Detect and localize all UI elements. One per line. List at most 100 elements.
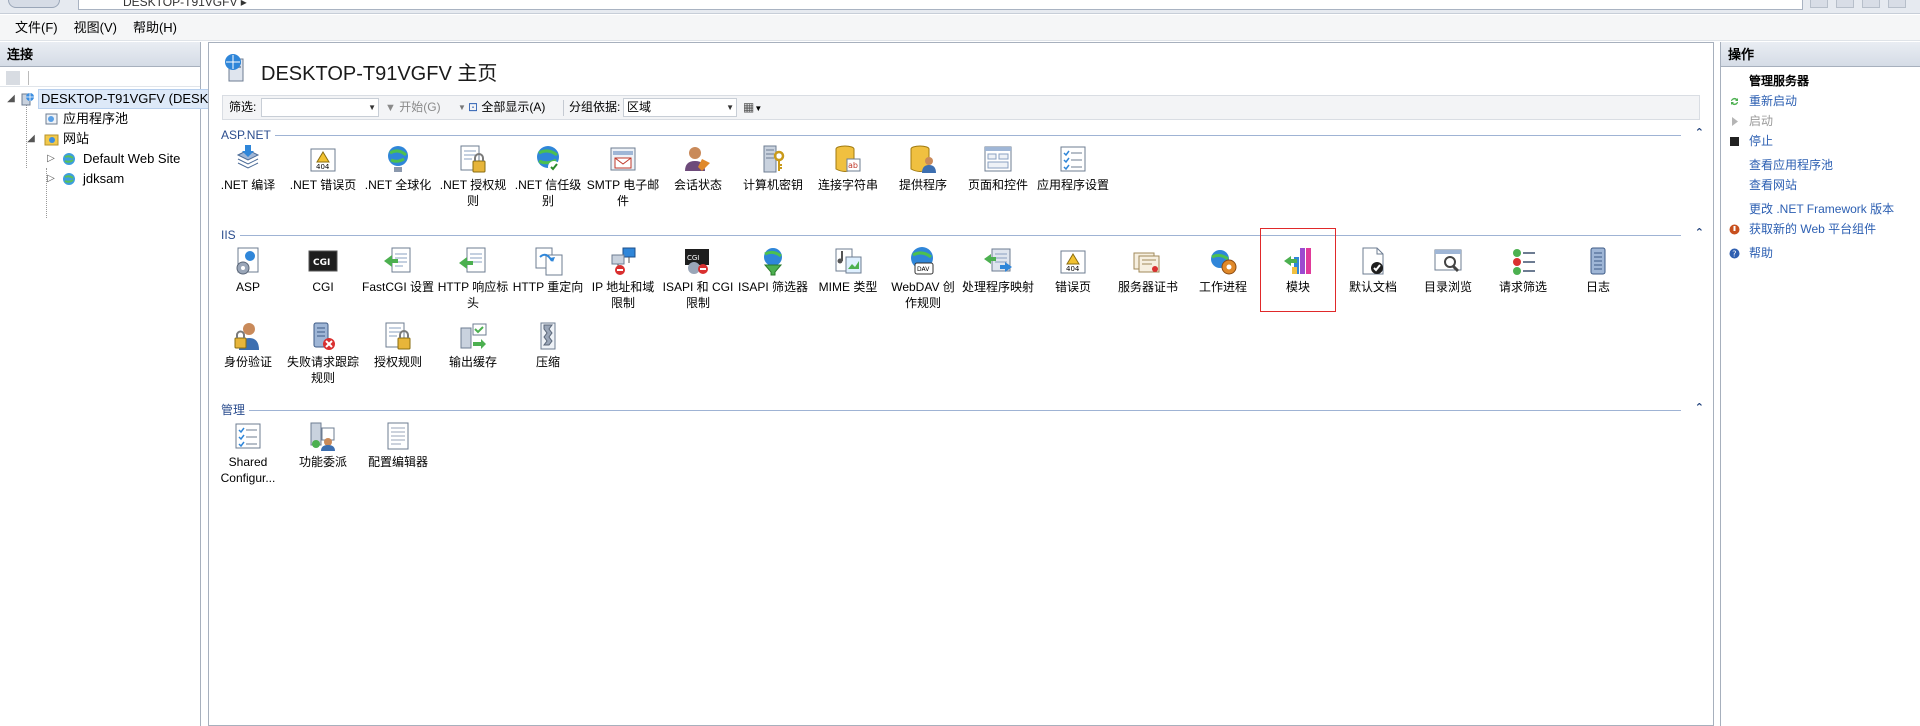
feature-authentication[interactable]: 身份验证 xyxy=(211,320,285,370)
feature-machine-key[interactable]: 计算机密钥 xyxy=(736,143,810,193)
group-header-management[interactable]: 管理 ⌃ xyxy=(221,402,1704,418)
svg-text:CGI: CGI xyxy=(687,254,699,262)
feature-session-state[interactable]: 会话状态 xyxy=(661,143,735,193)
feature-compression[interactable]: 压缩 xyxy=(511,320,585,370)
tree-item-app-pools[interactable]: 应用程序池 xyxy=(0,109,200,129)
collapse-icon[interactable]: ⌃ xyxy=(1695,226,1704,239)
feature-pages-and-controls[interactable]: 页面和控件 xyxy=(961,143,1035,193)
compression-icon xyxy=(540,322,556,350)
group-by-select[interactable]: 区域 ▼ xyxy=(623,98,737,117)
feature-logging[interactable]: 日志 xyxy=(1561,245,1635,295)
svg-text:404: 404 xyxy=(1066,265,1080,273)
collapse-icon[interactable]: ⌃ xyxy=(1695,126,1704,139)
feature-asp[interactable]: ASP xyxy=(211,245,285,295)
isapi-cgi-icon: CGI xyxy=(685,249,709,274)
menu-view[interactable]: 视图(V) xyxy=(66,15,125,41)
filter-input[interactable]: ▼ xyxy=(261,98,379,117)
window-maximize-button[interactable] xyxy=(1862,0,1880,8)
feature-net-trust-levels[interactable]: .NET 信任级别 xyxy=(511,143,585,209)
feature-net-authorization-rules[interactable]: .NET 授权规则 xyxy=(436,143,510,209)
tree-item-server[interactable]: ◢ DESKTOP-T91VGFV (DESKTOP xyxy=(0,89,238,109)
feature-worker-processes[interactable]: 工作进程 xyxy=(1186,245,1260,295)
help-action[interactable]: ? 帮助 xyxy=(1721,243,1920,263)
view-mode-button[interactable]: ▦▼ xyxy=(743,96,762,120)
feature-net-error-pages[interactable]: 404 .NET 错误页 xyxy=(286,143,360,193)
feature-default-document[interactable]: 默认文档 xyxy=(1336,245,1410,295)
feature-request-filtering[interactable]: 请求筛选 xyxy=(1486,245,1560,295)
feature-http-response-headers[interactable]: HTTP 响应标头 xyxy=(436,245,510,311)
chevron-right-icon[interactable]: ▷ xyxy=(46,149,56,169)
back-forward-buttons[interactable] xyxy=(8,0,60,8)
feature-directory-browsing[interactable]: 目录浏览 xyxy=(1411,245,1485,295)
start-filter-button[interactable]: ▼ 开始(G) xyxy=(385,96,441,120)
chevron-down-icon: ▼ xyxy=(726,103,734,112)
shared-config-icon xyxy=(235,423,261,449)
feature-cgi[interactable]: CGI CGI xyxy=(286,245,360,295)
tree-item-default-web-site[interactable]: ▷ Default Web Site xyxy=(0,149,200,169)
feature-net-compilation[interactable]: .NET 编译 xyxy=(211,143,285,193)
globe-icon xyxy=(63,153,75,165)
get-web-components-action[interactable]: 获取新的 Web 平台组件 xyxy=(1721,219,1920,239)
feature-server-certificates[interactable]: 服务器证书 xyxy=(1111,245,1185,295)
feature-configuration-editor[interactable]: 配置编辑器 xyxy=(361,420,435,470)
chevron-down-icon[interactable]: ◢ xyxy=(26,129,36,149)
play-icon xyxy=(1732,117,1738,126)
chevron-down-icon[interactable]: ▼ xyxy=(458,96,466,119)
address-bar[interactable]: DESKTOP-T91VGFV ▸ xyxy=(78,0,1803,10)
feature-modules[interactable]: 模块 xyxy=(1260,228,1336,312)
svg-text:CGI: CGI xyxy=(313,258,330,268)
window-minimize-button[interactable] xyxy=(1836,0,1854,8)
feature-isapi-filters[interactable]: ISAPI 筛选器 xyxy=(736,245,810,295)
view-grid-icon: ▦ xyxy=(743,100,755,114)
modules-icon xyxy=(1284,248,1311,274)
feature-isapi-cgi-restrictions[interactable]: CGI ISAPI 和 CGI 限制 xyxy=(661,245,735,311)
feature-shared-configuration[interactable]: Shared Configur... xyxy=(211,420,285,486)
feature-webdav-authoring-rules[interactable]: DAV WebDAV 创作规则 xyxy=(886,245,960,311)
connect-icon[interactable] xyxy=(6,70,20,85)
change-net-version-action[interactable]: 更改 .NET Framework 版本 xyxy=(1721,199,1920,219)
feature-ip-domain-restrictions[interactable]: IP 地址和域限制 xyxy=(586,245,660,311)
feature-providers[interactable]: 提供程序 xyxy=(886,143,960,193)
tree-item-jdksam[interactable]: ▷ jdksam xyxy=(0,169,200,189)
restart-action[interactable]: 重新启动 xyxy=(1721,91,1920,111)
error-page-icon: 404 xyxy=(310,148,336,172)
collapse-icon[interactable]: ⌃ xyxy=(1695,401,1704,414)
group-header-aspnet[interactable]: ASP.NET ⌃ xyxy=(221,127,1704,143)
help-icon[interactable] xyxy=(1888,0,1906,8)
feature-delegation[interactable]: 功能委派 xyxy=(286,420,360,470)
stop-action[interactable]: 停止 xyxy=(1721,131,1920,151)
worker-process-icon xyxy=(1211,250,1237,275)
view-sites-action[interactable]: 查看网站 xyxy=(1721,175,1920,195)
feature-app-settings[interactable]: 应用程序设置 xyxy=(1036,143,1110,193)
menu-help[interactable]: 帮助(H) xyxy=(125,15,185,41)
feature-failed-request-tracing[interactable]: 失败请求跟踪规则 xyxy=(286,320,360,386)
view-app-pools-action[interactable]: 查看应用程序池 xyxy=(1721,155,1920,175)
group-header-iis[interactable]: IIS ⌃ xyxy=(221,227,1704,243)
show-all-button[interactable]: ⊡ 全部显示(A) xyxy=(468,96,545,119)
connections-tree: ◢ DESKTOP-T91VGFV (DESKTOP 应用程序池 ◢ 网站 ▷ … xyxy=(0,87,238,218)
globe-icon xyxy=(388,146,408,172)
provider-icon xyxy=(910,145,936,173)
menu-file[interactable]: 文件(F) xyxy=(7,15,66,41)
feature-output-caching[interactable]: 输出缓存 xyxy=(436,320,510,370)
feature-net-globalization[interactable]: .NET 全球化 xyxy=(361,143,435,193)
handler-mappings-icon xyxy=(984,248,1012,272)
start-action[interactable]: 启动 xyxy=(1721,111,1920,131)
feature-mime-types[interactable]: MIME 类型 xyxy=(811,245,885,295)
chevron-down-icon[interactable]: ◢ xyxy=(6,89,16,109)
feature-fastcgi-settings[interactable]: FastCGI 设置 xyxy=(361,245,435,295)
feature-handler-mappings[interactable]: 处理程序映射 xyxy=(961,245,1035,295)
svg-text:ab: ab xyxy=(848,161,858,170)
cgi-icon: CGI xyxy=(308,250,338,272)
home-icon[interactable] xyxy=(1810,0,1828,8)
chevron-down-icon: ▼ xyxy=(754,104,763,113)
tree-item-sites[interactable]: ◢ 网站 xyxy=(0,129,200,149)
feature-http-redirect[interactable]: HTTP 重定向 xyxy=(511,245,585,295)
feature-connection-strings[interactable]: ab 连接字符串 xyxy=(811,143,885,193)
feature-error-pages[interactable]: 404 错误页 xyxy=(1036,245,1110,295)
actions-pane: 操作 管理服务器 重新启动 启动 停止 查看应用程序池 查看网站 更改 .NET… xyxy=(1720,42,1920,726)
chevron-right-icon[interactable]: ▷ xyxy=(46,169,56,189)
feature-smtp-email[interactable]: SMTP 电子邮件 xyxy=(586,143,660,209)
feature-authorization-rules[interactable]: 授权规则 xyxy=(361,320,435,370)
connections-title: 连接 xyxy=(0,42,200,67)
